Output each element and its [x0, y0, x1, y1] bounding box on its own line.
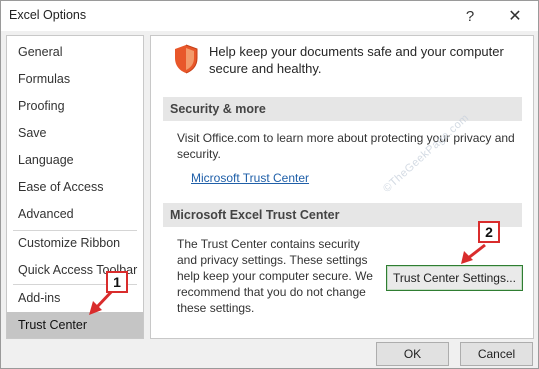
sidebar-item-customize-ribbon[interactable]: Customize Ribbon — [7, 230, 143, 256]
help-icon[interactable]: ? — [456, 4, 484, 28]
close-icon[interactable]: ✕ — [501, 4, 529, 28]
microsoft-trust-center-link[interactable]: Microsoft Trust Center — [191, 171, 309, 185]
ok-button[interactable]: OK — [376, 342, 449, 366]
sidebar-item-trust-center[interactable]: Trust Center — [7, 312, 143, 338]
intro-text: Help keep your documents safe and your c… — [209, 44, 504, 76]
section-header-trust-center: Microsoft Excel Trust Center — [163, 203, 522, 227]
step-badge-2: 2 — [478, 221, 500, 243]
sidebar-item-ease-of-access[interactable]: Ease of Access — [7, 174, 143, 200]
security-description: Visit Office.com to learn more about pro… — [177, 131, 515, 161]
main-panel: Help keep your documents safe and your c… — [150, 35, 534, 339]
trust-center-settings-button[interactable]: Trust Center Settings... — [386, 265, 523, 291]
sidebar-item-formulas[interactable]: Formulas — [7, 66, 143, 92]
sidebar-item-advanced[interactable]: Advanced — [7, 201, 143, 227]
sidebar-item-save[interactable]: Save — [7, 120, 143, 146]
trust-center-description: The Trust Center contains security and p… — [177, 237, 373, 315]
sidebar: General Formulas Proofing Save Language … — [6, 35, 144, 339]
sidebar-item-proofing[interactable]: Proofing — [7, 93, 143, 119]
title-bar: Excel Options ? ✕ — [1, 1, 538, 31]
sidebar-item-language[interactable]: Language — [7, 147, 143, 173]
sidebar-item-general[interactable]: General — [7, 39, 143, 65]
window-title: Excel Options — [9, 8, 87, 22]
step-badge-1: 1 — [106, 271, 128, 293]
cancel-button[interactable]: Cancel — [460, 342, 533, 366]
excel-options-dialog: Excel Options ? ✕ General Formulas Proof… — [0, 0, 539, 369]
shield-icon — [175, 44, 198, 74]
